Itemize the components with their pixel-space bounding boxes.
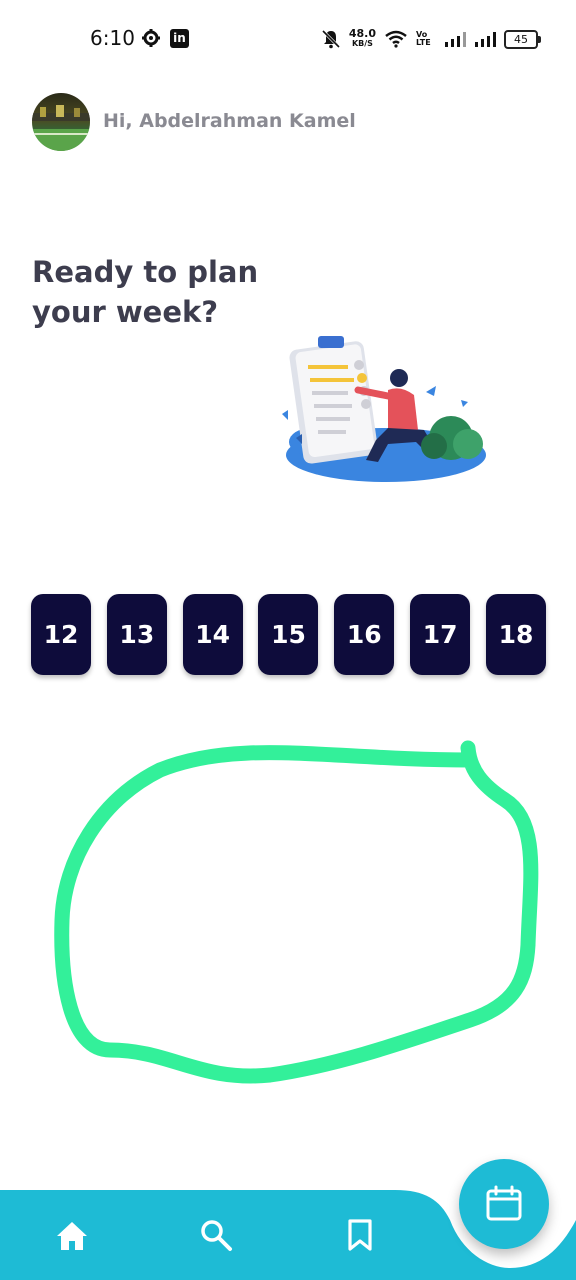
- search-icon[interactable]: [199, 1218, 233, 1252]
- calendar-icon: [486, 1185, 522, 1221]
- bookmark-icon[interactable]: [343, 1218, 377, 1252]
- avatar[interactable]: [32, 93, 90, 151]
- page-title: Ready to plan your week?: [32, 252, 312, 332]
- wifi-icon: [385, 30, 407, 48]
- volte-indicator: Vo LTE: [416, 30, 431, 47]
- date-chip[interactable]: 14: [182, 594, 243, 675]
- settings-gear-icon: [142, 29, 160, 47]
- date-chip[interactable]: 16: [334, 594, 395, 675]
- avatar-photo: [32, 105, 90, 151]
- date-chip[interactable]: 15: [258, 594, 319, 675]
- network-speed-unit: KB/S: [351, 39, 373, 48]
- date-chip[interactable]: 13: [106, 594, 167, 675]
- date-chip[interactable]: 17: [410, 594, 471, 675]
- signal-icon-2: [475, 32, 496, 47]
- signal-icon-1: [445, 32, 466, 47]
- date-chip[interactable]: 12: [31, 594, 91, 675]
- status-indicators: 48.0 KB/S Vo LTE 45: [321, 27, 541, 51]
- network-speed: 48.0 KB/S: [349, 28, 376, 49]
- battery-icon: 45: [504, 29, 541, 49]
- page-title-line-1: Ready to plan: [32, 255, 259, 289]
- status-time: 6:10: [90, 26, 135, 50]
- greeting-text: Hi, Abdelrahman Kamel: [103, 110, 356, 132]
- home-icon[interactable]: [55, 1219, 89, 1253]
- mute-bell-icon: [321, 29, 340, 49]
- status-bar: 6:10 in 48.0 KB/S Vo LTE 45: [0, 0, 576, 78]
- page-title-line-2: your week?: [32, 295, 219, 329]
- week-dates: 12 13 14 15 16 17 18: [31, 594, 546, 675]
- calendar-fab-button[interactable]: [459, 1159, 549, 1249]
- planning-illustration: [282, 336, 486, 482]
- date-chip[interactable]: 18: [485, 594, 546, 675]
- linkedin-icon: in: [170, 29, 189, 48]
